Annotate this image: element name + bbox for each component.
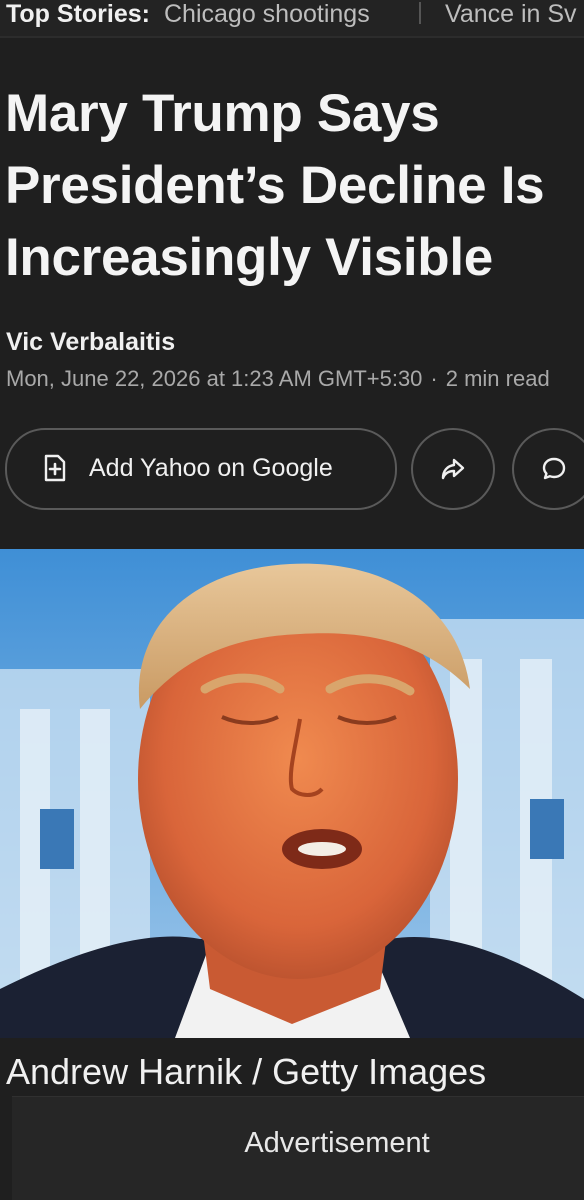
article-meta: Mon, June 22, 2026 at 1:23 AM GMT+5:30 · 2… — [6, 366, 550, 392]
portrait-image — [0, 549, 584, 1038]
top-stories-divider — [419, 2, 421, 24]
headline-line: Increasingly Visible — [5, 228, 493, 287]
headline-line: Mary Trump Says — [5, 84, 440, 143]
article-photo[interactable] — [0, 549, 584, 1038]
meta-separator: · — [430, 366, 438, 391]
share-button[interactable] — [411, 428, 495, 510]
comment-bubble-icon — [542, 457, 566, 480]
top-stories-label: Top Stories: — [6, 0, 150, 28]
article-actions: Add Yahoo on Google — [5, 428, 584, 510]
add-yahoo-on-google-label: Add Yahoo on Google — [89, 454, 333, 482]
publish-date: Mon, June 22, 2026 at 1:23 AM GMT+5:30 — [6, 366, 423, 391]
advertisement-slot[interactable]: Advertisement — [12, 1096, 584, 1200]
advertisement-label: Advertisement — [244, 1127, 430, 1159]
article-headline: Mary Trump Says President’s Decline Is I… — [5, 78, 584, 294]
top-story-link[interactable]: Vance in Sv — [445, 0, 577, 28]
share-arrow-icon — [441, 458, 465, 480]
article-page: Top Stories: Chicago shootings Vance in … — [0, 0, 584, 1200]
read-time: 2 min read — [445, 366, 550, 391]
top-stories-bar: Top Stories: Chicago shootings Vance in … — [0, 0, 584, 38]
add-document-icon — [43, 454, 67, 482]
add-yahoo-on-google-button[interactable]: Add Yahoo on Google — [5, 428, 397, 510]
author-name[interactable]: Vic Verbalaitis — [6, 328, 175, 357]
comment-button[interactable] — [512, 428, 584, 510]
photo-caption: Andrew Harnik / Getty Images — [6, 1051, 487, 1092]
headline-line: President’s Decline Is — [5, 156, 545, 215]
top-story-link[interactable]: Chicago shootings — [164, 0, 370, 28]
